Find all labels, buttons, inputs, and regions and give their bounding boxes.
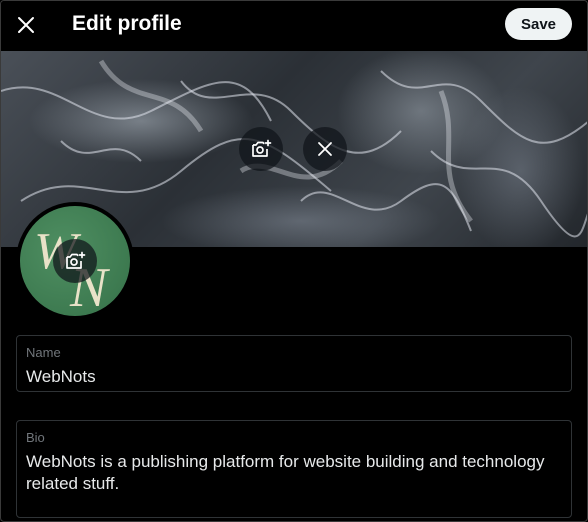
close-icon	[318, 142, 332, 156]
dialog-header: Edit profile Save	[1, 1, 587, 51]
bio-label: Bio	[26, 430, 45, 445]
change-banner-button[interactable]	[239, 127, 283, 171]
avatar: W N	[16, 202, 134, 320]
name-field[interactable]: Name WebNots	[16, 335, 572, 392]
change-avatar-button[interactable]	[53, 239, 97, 283]
page-title: Edit profile	[72, 12, 182, 35]
close-icon	[18, 17, 34, 33]
close-button[interactable]	[9, 8, 43, 42]
save-button[interactable]: Save	[505, 8, 572, 40]
bio-textarea[interactable]: WebNots is a publishing platform for web…	[26, 451, 559, 495]
edit-profile-dialog: Edit profile Save N Name WebNots Bio Web…	[0, 0, 588, 522]
add-photo-icon	[66, 251, 86, 269]
avatar-image: W N	[20, 206, 130, 316]
add-photo-icon	[252, 139, 272, 157]
bio-field[interactable]: Bio WebNots is a publishing platform for…	[16, 420, 572, 518]
name-label: Name	[26, 345, 61, 360]
remove-banner-button[interactable]	[303, 127, 347, 171]
name-input[interactable]: WebNots	[26, 366, 559, 388]
